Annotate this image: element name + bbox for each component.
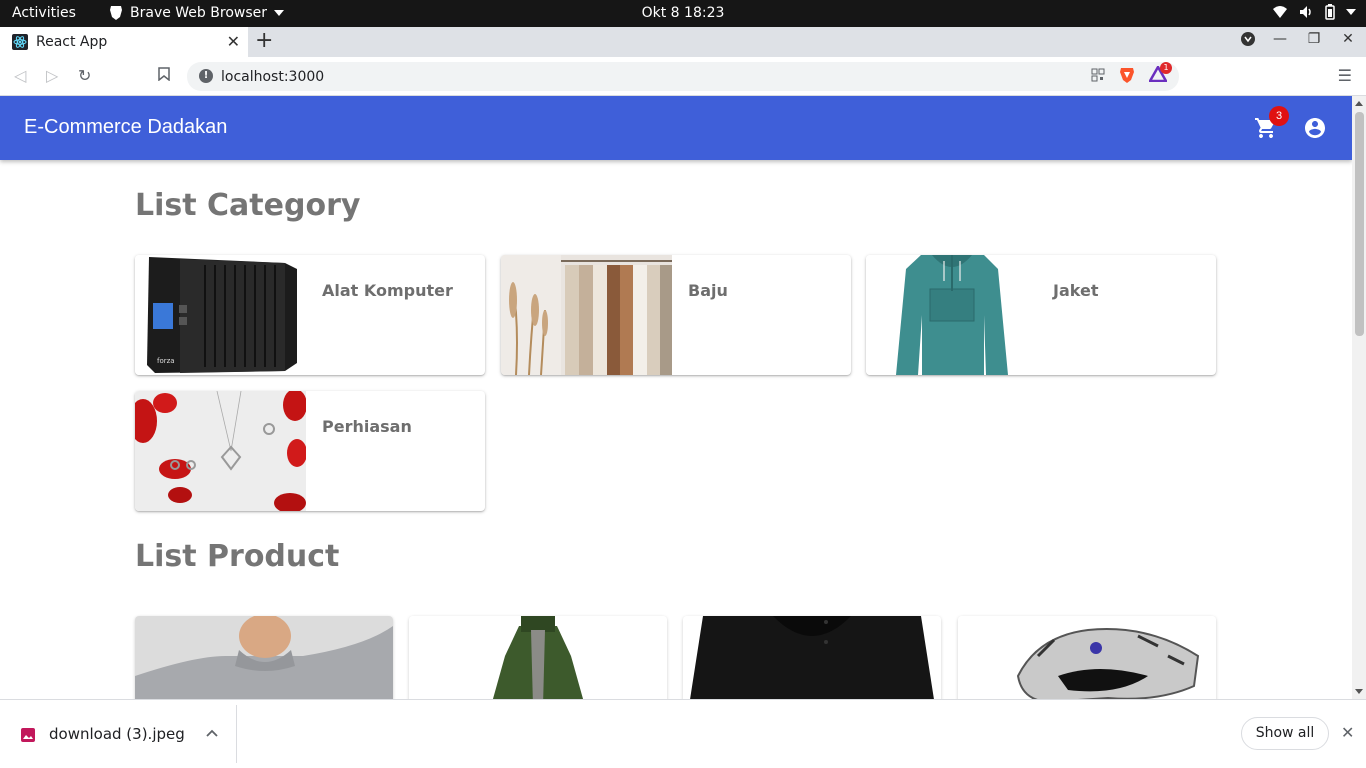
product-section-title: List Product <box>135 539 340 574</box>
jewelry-image <box>135 391 306 511</box>
react-logo-icon <box>12 34 28 50</box>
brave-rewards-button[interactable]: 1 <box>1147 62 1172 84</box>
back-icon[interactable]: ◁ <box>14 66 26 85</box>
minimize-icon[interactable]: — <box>1270 31 1290 47</box>
volume-icon <box>1300 6 1311 18</box>
app-menu-label: Brave Web Browser <box>130 5 267 21</box>
system-tray[interactable] <box>1272 4 1356 20</box>
chevron-up-icon[interactable] <box>206 726 218 741</box>
teal-jacket-image <box>866 255 1037 375</box>
dragon-ring-image <box>958 616 1216 699</box>
show-all-button[interactable]: Show all <box>1241 717 1329 750</box>
account-circle-icon[interactable] <box>1303 116 1327 140</box>
site-info-icon[interactable]: ! <box>199 69 213 83</box>
page-viewport: E-Commerce Dadakan 3 List Category forza… <box>0 96 1352 699</box>
chevron-down-icon <box>274 10 284 16</box>
brand-title[interactable]: E-Commerce Dadakan <box>24 116 227 139</box>
tab-strip: React App ✕ + — ❐ ✕ <box>0 27 1366 57</box>
close-window-icon[interactable]: ✕ <box>1338 31 1358 47</box>
system-top-bar: Activities Brave Web Browser Okt 8 18:23 <box>0 0 1366 27</box>
category-label: Alat Komputer <box>322 281 453 300</box>
category-label: Jaket <box>1053 281 1099 300</box>
rewards-badge: 1 <box>1160 62 1172 74</box>
browser-toolbar: ◁ ▷ ↻ ! localhost:3000 1 ☰ <box>0 57 1366 96</box>
brave-shields-icon[interactable] <box>1119 66 1135 84</box>
grey-sweater-image <box>135 616 393 699</box>
shelf-divider <box>236 705 237 763</box>
brave-lion-icon <box>110 6 122 20</box>
tab-title: React App <box>36 34 108 50</box>
download-item-name[interactable]: download (3).jpeg <box>49 725 185 743</box>
black-shirt-image <box>683 616 941 699</box>
activities-button[interactable]: Activities <box>12 5 76 21</box>
product-card[interactable] <box>135 616 393 699</box>
green-jacket-image <box>409 616 667 699</box>
battery-icon <box>1325 4 1335 20</box>
close-shelf-icon[interactable]: ✕ <box>1341 723 1354 742</box>
cart-count-badge: 3 <box>1269 106 1289 126</box>
scrollbar-thumb[interactable] <box>1355 112 1364 336</box>
category-card-alat-komputer[interactable]: forza Alat Komputer <box>135 255 485 375</box>
product-card[interactable] <box>683 616 941 699</box>
product-card[interactable] <box>958 616 1216 699</box>
clothes-rack-image <box>501 255 672 375</box>
scroll-down-icon[interactable] <box>1355 689 1363 694</box>
category-label: Baju <box>688 281 728 300</box>
product-card[interactable] <box>409 616 667 699</box>
ups-device-image: forza <box>135 255 306 375</box>
svg-text:forza: forza <box>157 357 175 365</box>
forward-icon[interactable]: ▷ <box>46 66 58 85</box>
category-card-perhiasan[interactable]: Perhiasan <box>135 391 485 511</box>
app-bar: E-Commerce Dadakan 3 <box>0 96 1352 160</box>
wifi-icon <box>1273 6 1287 18</box>
qr-code-icon[interactable] <box>1091 68 1105 82</box>
address-bar[interactable]: ! localhost:3000 1 <box>187 62 1179 91</box>
close-tab-icon[interactable]: ✕ <box>227 33 240 51</box>
category-label: Perhiasan <box>322 417 412 436</box>
bookmark-icon[interactable] <box>158 66 170 85</box>
category-section-title: List Category <box>135 188 361 223</box>
reload-icon[interactable]: ↻ <box>78 66 91 85</box>
tab-search-icon[interactable] <box>1240 31 1256 47</box>
category-card-jaket[interactable]: Jaket <box>866 255 1216 375</box>
tab-react-app[interactable]: React App ✕ <box>0 27 248 57</box>
app-menu[interactable]: Brave Web Browser <box>109 5 284 21</box>
download-shelf: download (3).jpeg Show all ✕ <box>0 699 1366 768</box>
image-file-icon <box>21 728 35 742</box>
window-controls: — ❐ ✕ <box>1240 31 1358 47</box>
category-card-baju[interactable]: Baju <box>501 255 851 375</box>
maximize-icon[interactable]: ❐ <box>1304 31 1324 47</box>
menu-icon[interactable]: ☰ <box>1338 66 1352 85</box>
system-menu-chevron-icon <box>1346 9 1356 15</box>
clock[interactable]: Okt 8 18:23 <box>642 5 725 21</box>
address-text: localhost:3000 <box>221 68 325 85</box>
new-tab-icon[interactable]: + <box>255 30 273 52</box>
page-scrollbar[interactable] <box>1352 96 1366 699</box>
scroll-up-icon[interactable] <box>1355 101 1363 106</box>
